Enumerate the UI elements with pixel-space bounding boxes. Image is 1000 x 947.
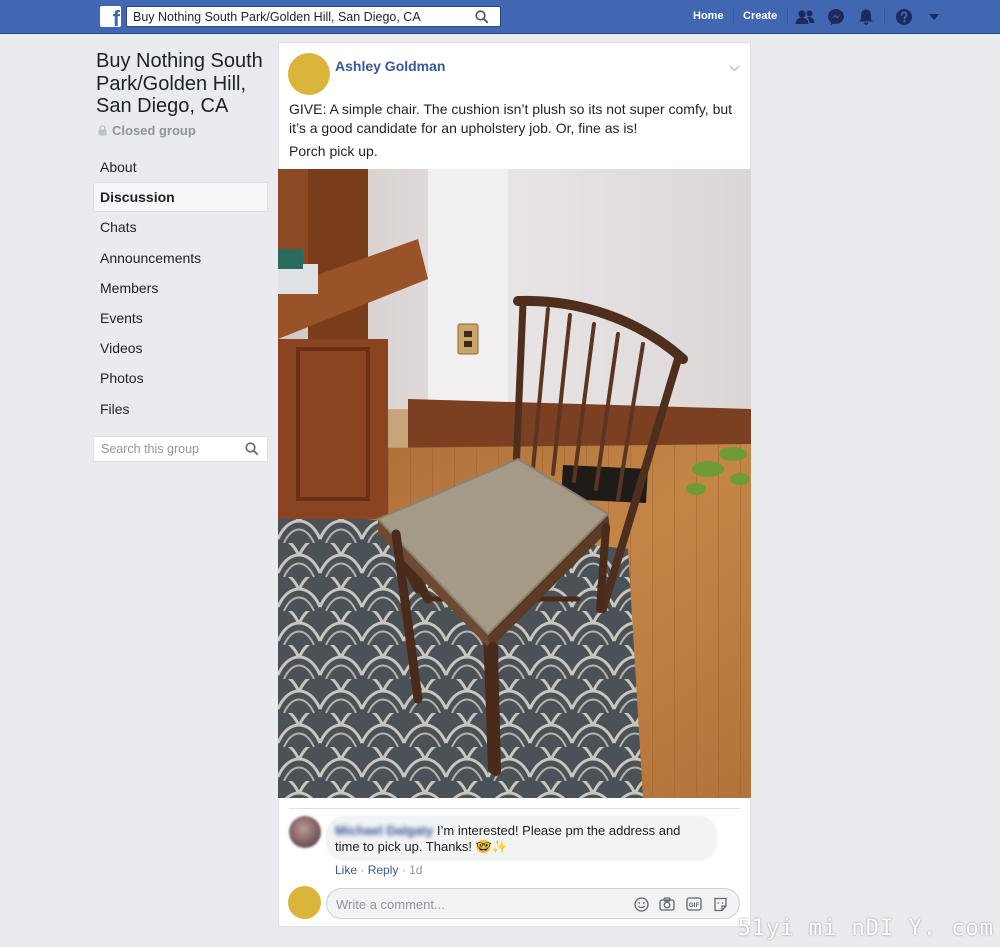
global-search-input[interactable]: Buy Nothing South Park/Golden Hill, San … — [126, 6, 501, 27]
sidebar-item-files[interactable]: Files — [93, 394, 268, 424]
sidebar-item-videos[interactable]: Videos — [93, 333, 268, 363]
facebook-logo-icon[interactable]: f — [100, 6, 121, 27]
comments-divider — [289, 808, 740, 809]
global-search-value: Buy Nothing South Park/Golden Hill, San … — [133, 10, 421, 24]
sidebar-item-chats[interactable]: Chats — [93, 212, 268, 242]
post-card: Ashley Goldman GIVE: A simple chair. The… — [278, 42, 751, 927]
sidebar-item-announcements[interactable]: Announcements — [93, 243, 268, 273]
lock-icon — [98, 125, 107, 136]
post-options-chevron-icon[interactable] — [729, 59, 740, 77]
comment-timestamp[interactable]: 1d — [409, 863, 422, 877]
sidebar-item-photos[interactable]: Photos — [93, 363, 268, 393]
post-body: GIVE: A simple chair. The cushion isn’t … — [289, 100, 739, 165]
comment-bubble: Michael Dalgaty I’m interested! Please p… — [326, 816, 717, 861]
top-navigation-bar: f Buy Nothing South Park/Golden Hill, Sa… — [0, 0, 1000, 34]
sidebar-item-events[interactable]: Events — [93, 303, 268, 333]
camera-icon[interactable] — [659, 896, 675, 912]
svg-text:GIF: GIF — [689, 902, 700, 909]
sidebar-item-discussion[interactable]: Discussion — [93, 182, 268, 213]
comment-input-placeholder: Write a comment... — [336, 897, 445, 912]
sticker-icon[interactable] — [712, 896, 728, 912]
comment-actions: Like · Reply · 1d — [335, 863, 422, 877]
group-name[interactable]: Buy Nothing South Park/Golden Hill, San … — [96, 50, 276, 118]
comment-input[interactable]: Write a comment... GIF — [326, 888, 740, 919]
search-icon[interactable] — [245, 442, 259, 461]
gif-icon[interactable]: GIF — [686, 896, 702, 912]
group-search-placeholder: Search this group — [101, 442, 199, 456]
home-link[interactable]: Home — [693, 10, 724, 22]
nav-divider — [787, 8, 788, 24]
friend-requests-icon[interactable] — [795, 7, 815, 27]
messenger-icon[interactable] — [826, 7, 846, 27]
chair-photo-illustration — [278, 169, 751, 798]
post-photo[interactable] — [278, 169, 751, 798]
nav-divider — [733, 8, 734, 24]
sidebar-item-about[interactable]: About — [93, 152, 268, 182]
post-author-name[interactable]: Ashley Goldman — [335, 58, 445, 74]
author-avatar[interactable] — [288, 53, 330, 95]
nav-divider — [884, 8, 885, 24]
sidebar-item-members[interactable]: Members — [93, 273, 268, 303]
reply-link[interactable]: Reply — [368, 863, 399, 877]
group-privacy-label: Closed group — [112, 123, 196, 138]
group-search-input[interactable]: Search this group — [93, 436, 268, 462]
commenter-name[interactable]: Michael Dalgaty — [335, 823, 433, 838]
create-link[interactable]: Create — [743, 10, 777, 22]
group-side-navigation: About Discussion Chats Announcements Mem… — [93, 152, 268, 424]
emoji-icon[interactable] — [633, 896, 649, 912]
post-text-paragraph: GIVE: A simple chair. The cushion isn’t … — [289, 101, 733, 136]
help-icon[interactable] — [894, 7, 914, 27]
post-text-paragraph: Porch pick up. — [289, 143, 378, 159]
group-privacy: Closed group — [98, 123, 196, 138]
separator-dot: · — [401, 863, 410, 877]
like-link[interactable]: Like — [335, 863, 357, 877]
watermark: 51yi mi nDI Y. com — [737, 916, 994, 941]
search-icon[interactable] — [464, 7, 500, 26]
notifications-bell-icon[interactable] — [856, 7, 876, 27]
current-user-avatar[interactable] — [288, 886, 321, 919]
commenter-avatar[interactable] — [289, 816, 321, 848]
account-menu-caret-icon[interactable] — [924, 7, 944, 27]
separator-dot: · — [360, 863, 368, 877]
